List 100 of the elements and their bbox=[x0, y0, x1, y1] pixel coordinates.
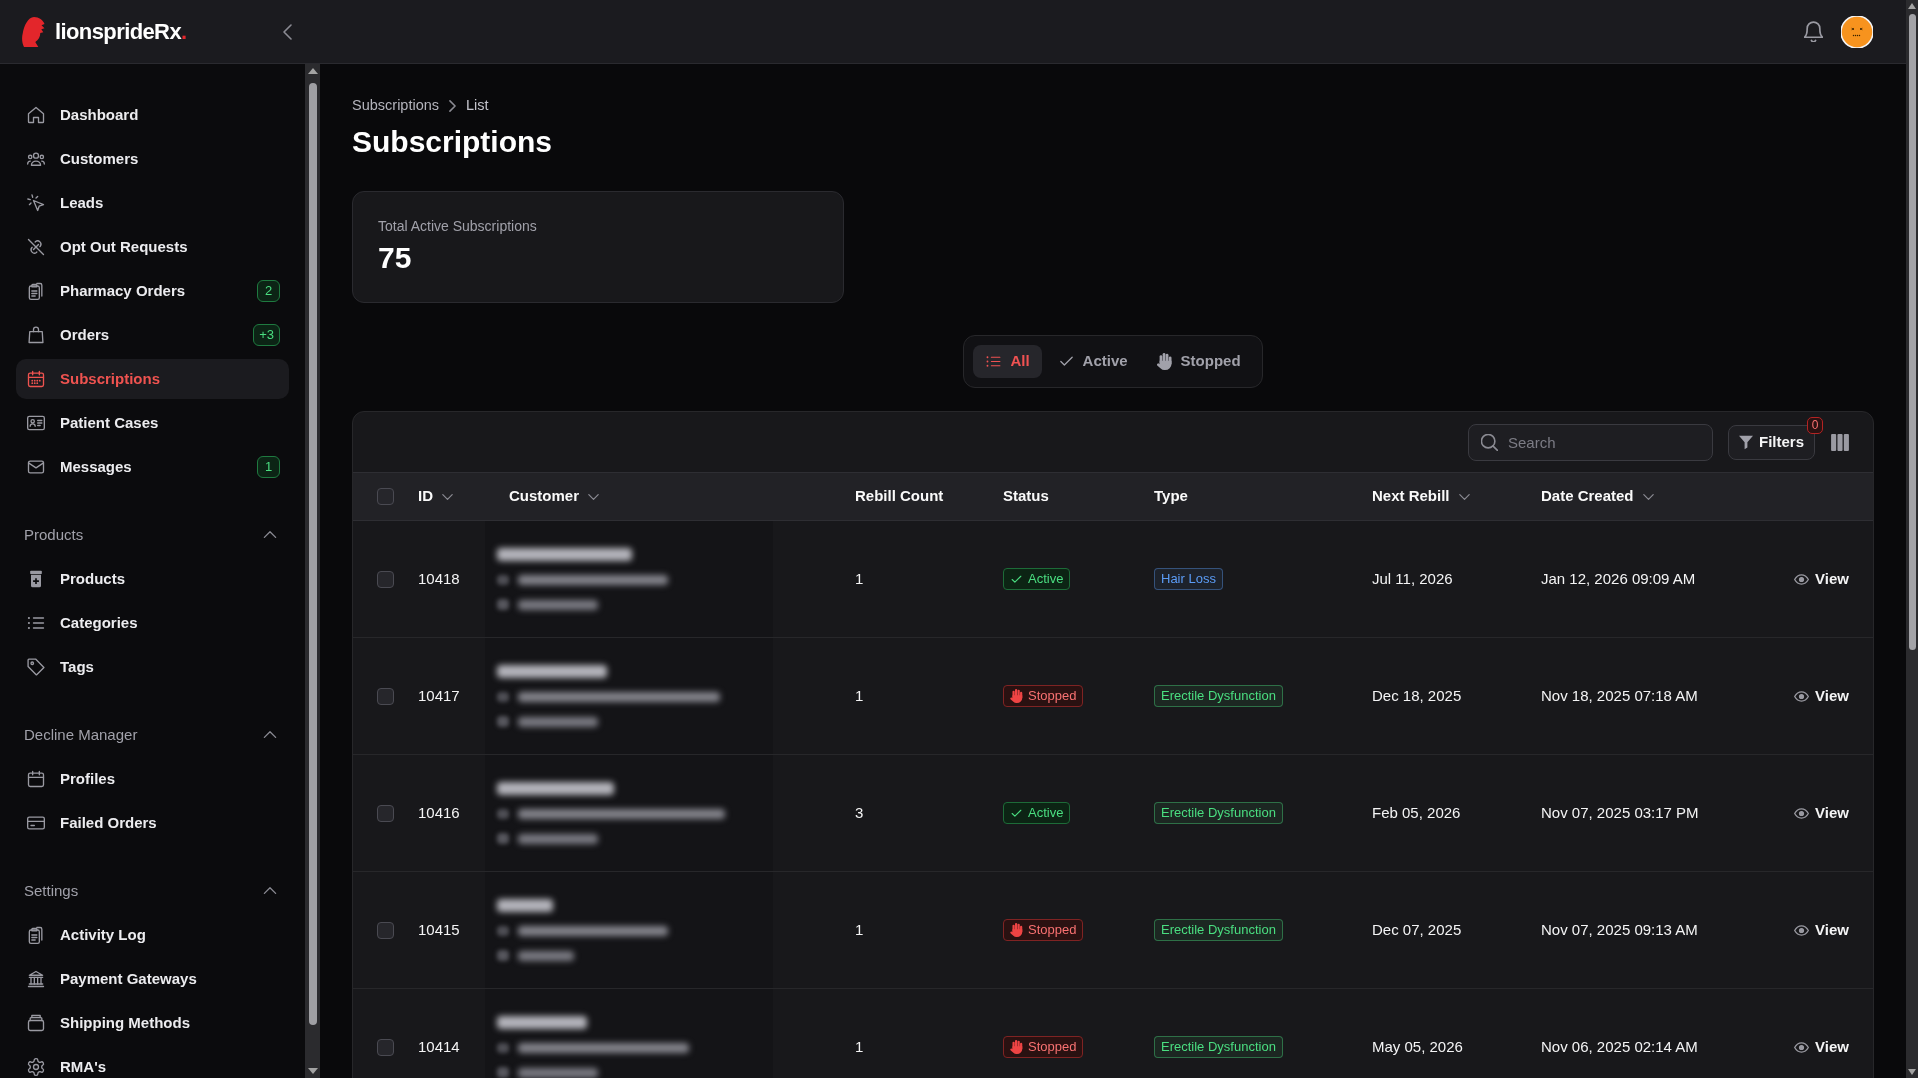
chevron-up-icon bbox=[263, 531, 277, 539]
count-badge: 2 bbox=[257, 280, 280, 302]
view-link[interactable]: View bbox=[1794, 918, 1849, 942]
table-cell: 10416 bbox=[418, 804, 460, 821]
eye-icon bbox=[1794, 1041, 1810, 1053]
sidebar-item[interactable]: Subscriptions bbox=[16, 359, 289, 399]
table-cell: Nov 06, 2025 02:14 AM bbox=[1541, 1038, 1698, 1055]
table-cell: Dec 07, 2025 bbox=[1372, 921, 1462, 938]
sidebar-item[interactable]: Profiles bbox=[16, 759, 289, 799]
list-icon bbox=[985, 353, 1003, 370]
status-label: Active bbox=[1028, 804, 1064, 823]
view-link[interactable]: View bbox=[1794, 1035, 1849, 1059]
count-badge: 1 bbox=[257, 456, 280, 478]
clipboard-list-icon bbox=[26, 281, 46, 301]
filter-tab[interactable]: All bbox=[973, 345, 1042, 378]
sidebar-item[interactable]: Patient Cases bbox=[16, 403, 289, 443]
sidebar-item[interactable]: Orders +3 bbox=[16, 315, 289, 355]
page-title: Subscriptions bbox=[352, 124, 553, 160]
type-tag: Erectile Dysfunction bbox=[1154, 802, 1283, 824]
column-header[interactable]: Next Rebill bbox=[1372, 485, 1470, 508]
table-cell: 1 bbox=[855, 687, 864, 704]
sidebar-item[interactable]: RMA's bbox=[16, 1047, 289, 1078]
eye-icon bbox=[1794, 690, 1810, 702]
columns-icon[interactable] bbox=[1831, 433, 1849, 451]
column-header[interactable]: Date Created bbox=[1541, 485, 1654, 508]
sidebar-item[interactable]: Categories bbox=[16, 603, 289, 643]
hand-icon bbox=[1010, 1040, 1023, 1054]
checkbox[interactable] bbox=[377, 570, 394, 588]
type-tag: Erectile Dysfunction bbox=[1154, 685, 1283, 707]
logo-icon bbox=[22, 16, 45, 47]
scrollbar[interactable] bbox=[1906, 0, 1918, 1078]
status-label: Stopped bbox=[1028, 687, 1077, 706]
sidebar-item[interactable]: Customers bbox=[16, 139, 289, 179]
hand-icon bbox=[1010, 923, 1023, 937]
table-cell: May 05, 2026 bbox=[1372, 1038, 1463, 1055]
breadcrumb-current: List bbox=[466, 96, 489, 116]
table-cell: 10415 bbox=[418, 921, 460, 938]
sidebar-item[interactable]: Pharmacy Orders 2 bbox=[16, 271, 289, 311]
search-field[interactable]: Search bbox=[1468, 423, 1713, 461]
id-card-icon bbox=[26, 413, 46, 433]
home-icon bbox=[26, 105, 46, 125]
archive-box-icon bbox=[26, 1013, 46, 1033]
section-toggle[interactable]: Settings bbox=[16, 869, 289, 913]
checkbox[interactable] bbox=[377, 687, 394, 705]
cursor-click-icon bbox=[26, 193, 46, 213]
breadcrumb-link[interactable]: Subscriptions bbox=[352, 95, 440, 117]
status-label: Stopped bbox=[1028, 1038, 1077, 1057]
bank-icon bbox=[26, 969, 46, 989]
search-icon bbox=[1481, 433, 1498, 451]
scrollbar[interactable] bbox=[305, 64, 320, 1078]
column-header: Type bbox=[1154, 486, 1188, 507]
table-cell: 1 bbox=[855, 921, 864, 938]
section-toggle[interactable]: Decline Manager bbox=[16, 713, 289, 757]
sidebar-item[interactable]: Failed Orders bbox=[16, 803, 289, 843]
sidebar-item[interactable]: Messages 1 bbox=[16, 447, 289, 487]
sidebar-item[interactable]: Dashboard bbox=[16, 95, 289, 135]
status-label: Active bbox=[1028, 570, 1064, 589]
column-header[interactable]: Customer bbox=[509, 485, 599, 508]
table-cell: Jan 12, 2026 09:09 AM bbox=[1541, 570, 1696, 587]
view-link[interactable]: View bbox=[1794, 567, 1849, 591]
filter-tab[interactable]: Stopped bbox=[1143, 345, 1253, 378]
chevron-down-icon bbox=[588, 493, 599, 500]
sidebar-item[interactable]: Payment Gateways bbox=[16, 959, 289, 999]
table-cell: 1 bbox=[855, 1038, 864, 1055]
table-cell: Nov 18, 2025 07:18 AM bbox=[1541, 687, 1698, 704]
table-cell: 10414 bbox=[418, 1038, 460, 1055]
chevron-down-icon bbox=[1642, 493, 1654, 500]
sidebar-item[interactable]: Shipping Methods bbox=[16, 1003, 289, 1043]
shopping-bag-icon bbox=[26, 325, 46, 345]
sidebar-item[interactable]: Opt Out Requests bbox=[16, 227, 289, 267]
checkbox[interactable] bbox=[377, 1038, 394, 1056]
sidebar-item[interactable]: Activity Log bbox=[16, 915, 289, 955]
chevron-down-icon bbox=[1458, 493, 1470, 500]
chevron-up-icon bbox=[263, 731, 277, 739]
table-cell: Nov 07, 2025 09:13 AM bbox=[1541, 921, 1698, 938]
chevron-up-icon bbox=[263, 887, 277, 895]
checkbox[interactable] bbox=[377, 804, 394, 822]
count-badge: +3 bbox=[253, 324, 280, 346]
sidebar-item[interactable]: Products bbox=[16, 559, 289, 599]
section-toggle[interactable]: Products bbox=[16, 513, 289, 557]
table-cell: 10418 bbox=[418, 570, 460, 587]
checkbox[interactable] bbox=[377, 488, 394, 505]
eye-icon bbox=[1794, 807, 1810, 819]
checkbox[interactable] bbox=[377, 921, 394, 939]
view-link[interactable]: View bbox=[1794, 684, 1849, 708]
chevron-down-icon bbox=[442, 493, 453, 500]
chevron-left-icon[interactable] bbox=[283, 23, 292, 40]
type-tag: Hair Loss bbox=[1154, 568, 1223, 590]
chevron-right-icon bbox=[449, 100, 457, 112]
eye-icon bbox=[1794, 573, 1810, 585]
view-link[interactable]: View bbox=[1794, 801, 1849, 825]
sidebar-item[interactable]: Tags bbox=[16, 647, 289, 687]
clipboard-list-icon bbox=[26, 925, 46, 945]
sidebar-item[interactable]: Leads bbox=[16, 183, 289, 223]
tag-icon bbox=[26, 657, 46, 677]
table-cell: Jul 11, 2026 bbox=[1372, 570, 1453, 587]
column-header[interactable]: ID bbox=[418, 485, 453, 508]
bell-icon[interactable] bbox=[1804, 21, 1823, 42]
filter-tab[interactable]: Active bbox=[1045, 345, 1140, 378]
avatar-icon[interactable] bbox=[1841, 15, 1873, 48]
